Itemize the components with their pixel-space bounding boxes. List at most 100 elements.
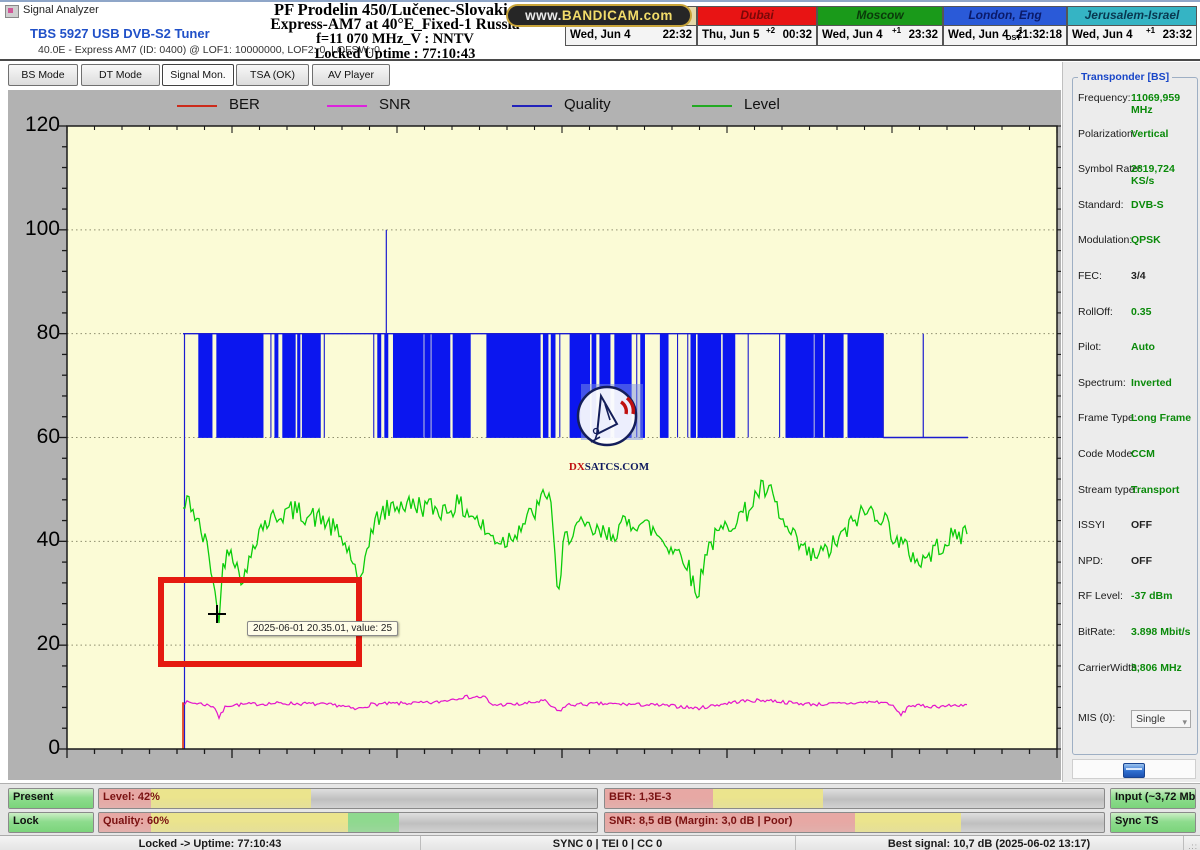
meter-lock: Lock	[8, 812, 94, 833]
meter-input-mbps-: Input (~3,72 Mbps)	[1110, 788, 1196, 809]
clock-date: Wed, Jun 4	[1072, 29, 1133, 41]
app-icon	[5, 5, 19, 18]
transponder-label: RollOff:	[1078, 306, 1113, 318]
transponder-label: RF Level:	[1078, 590, 1123, 602]
statusbar-segment-2: Best signal: 10,7 dB (2025-06-02 13:17)	[795, 836, 1184, 850]
meter-label: Present	[13, 791, 53, 803]
clock-time: 23:32	[1163, 29, 1192, 41]
bandicam-banner: www.BANDICAM.com	[506, 4, 692, 27]
tuner-name: TBS 5927 USB DVB-S2 Tuner	[30, 26, 210, 41]
transponder-label: ISSYI	[1078, 519, 1105, 531]
transponder-value: 3,806 MHz	[1131, 662, 1182, 674]
transponder-value: Inverted	[1131, 377, 1172, 389]
snapshot-strip	[1072, 759, 1196, 779]
header-line-frequency: f=11 070 MHz_V : NNTV	[230, 32, 560, 47]
transponder-label: Modulation:	[1078, 234, 1132, 246]
window-title: Signal Analyzer	[23, 4, 99, 16]
tab-bs-mode[interactable]: BS Mode	[8, 64, 78, 86]
transponder-value: 3.898 Mbit/s	[1131, 626, 1191, 638]
satellite-dish-logo	[567, 384, 651, 456]
meter-label: Sync TS	[1115, 815, 1158, 827]
meter-label: SNR: 8,5 dB (Margin: 3,0 dB | Poor)	[609, 815, 792, 827]
clock-city-label: Dubai	[698, 7, 816, 26]
clock-time: 00:32	[783, 29, 812, 41]
meter-present: Present	[8, 788, 94, 809]
clock-time: 21:32:18	[1016, 29, 1062, 41]
meter-label: Input (~3,72 Mbps)	[1115, 791, 1196, 803]
transponder-value: Auto	[1131, 341, 1155, 353]
mis-dropdown[interactable]: Single▾	[1131, 710, 1191, 728]
transponder-value: 2819,724 KS/s	[1131, 163, 1200, 187]
meter-sync-ts: Sync TS	[1110, 812, 1196, 833]
snapshot-button[interactable]	[1123, 763, 1145, 778]
signal-monitor-panel: BERSNRQualityLevel 120100806040200 2025-…	[8, 90, 1061, 780]
status-bar: .:: Locked -> Uptime: 77:10:43SYNC 0 | T…	[0, 835, 1200, 850]
chevron-down-icon: ▾	[1182, 714, 1187, 730]
meter-fill-segment	[151, 789, 311, 808]
transponder-value: 3/4	[1131, 270, 1146, 282]
clock-time-row: Wed, Jun 4DST-121:32:18	[944, 26, 1066, 46]
transponder-value: DVB-S	[1131, 199, 1164, 211]
transponder-value: Vertical	[1131, 128, 1168, 140]
tab-av-player[interactable]: AV Player	[312, 64, 390, 86]
meter-ber: BER: 1,3E-3	[604, 788, 1105, 809]
meter-fill-segment	[855, 813, 961, 832]
watermark-text: DXSATCS.COM	[564, 461, 654, 473]
chart-tooltip: 2025-06-01 20.35.01, value: 25	[247, 621, 398, 636]
clock-time: 23:32	[909, 29, 938, 41]
meter-snr: SNR: 8,5 dB (Margin: 3,0 dB | Poor)	[604, 812, 1105, 833]
transponder-label: Standard:	[1078, 199, 1124, 211]
clock-utc-offset: +2	[766, 26, 775, 35]
signal-meters: Present Level: 42% BER: 1,3E-3 Input (~3,72…	[0, 783, 1200, 835]
clock-date: Wed, Jun 4	[570, 29, 631, 41]
clock-city-label: Moscow	[818, 7, 942, 26]
world-clock-london-eng: London, EngWed, Jun 4DST-121:32:18	[943, 6, 1067, 46]
clock-date: Wed, Jun 4	[948, 29, 1009, 41]
clock-date: Wed, Jun 4	[822, 29, 883, 41]
meter-label: Quality: 60%	[103, 815, 169, 827]
world-clock-dubai: Dubai Thu, Jun 5 +2 00:32	[697, 6, 817, 46]
header-separator	[0, 59, 1200, 61]
tab-dt-mode[interactable]: DT Mode	[81, 64, 160, 86]
transponder-value: 0.35	[1131, 306, 1151, 318]
clock-utc-offset: +1	[1146, 26, 1155, 35]
transponder-value: QPSK	[1131, 234, 1161, 246]
signal-chart[interactable]	[8, 90, 1061, 780]
meter-fill-segment	[348, 813, 399, 832]
meter-level: Level: 42%	[98, 788, 598, 809]
clock-utc-offset: +1	[892, 26, 901, 35]
statusbar-segment-3	[1183, 836, 1200, 850]
dxsatcs-watermark: DXSATCS.COM	[564, 384, 654, 473]
transponder-value: Long Frame	[1131, 412, 1191, 424]
clock-time: 22:32	[663, 29, 692, 41]
mis-label: MIS (0):	[1078, 712, 1115, 724]
meter-label: Lock	[13, 815, 39, 827]
app-window: Signal Analyzer TBS 5927 USB DVB-S2 Tune…	[0, 0, 1200, 850]
transponder-title: Transponder [BS]	[1078, 71, 1172, 83]
clock-date: Thu, Jun 5	[702, 29, 760, 41]
transponder-label: Frequency:	[1078, 92, 1131, 104]
clock-time-row: Wed, Jun 4 +1 23:32	[818, 26, 942, 46]
clock-city-label: London, Eng	[944, 7, 1066, 26]
transponder-value: OFF	[1131, 555, 1152, 567]
transponder-label: Polarization:	[1078, 128, 1136, 140]
transponder-label: Stream type:	[1078, 484, 1138, 496]
tab-signal-mon-[interactable]: Signal Mon.	[162, 64, 234, 86]
transponder-value: CCM	[1131, 448, 1155, 460]
statusbar-segment-1: SYNC 0 | TEI 0 | CC 0	[420, 836, 796, 850]
tab-tsa-ok-[interactable]: TSA (OK)	[236, 64, 309, 86]
clock-city-label: Jerusalem-Israel	[1068, 7, 1196, 26]
world-clock-jerusalem-israel: Jerusalem-Israel Wed, Jun 4 +1 23:32	[1067, 6, 1197, 46]
transponder-label: NPD:	[1078, 555, 1103, 567]
meter-label: Level: 42%	[103, 791, 160, 803]
transponder-value: -37 dBm	[1131, 590, 1172, 602]
clock-time-row: Wed, Jun 4 +1 23:32	[1068, 26, 1196, 46]
transponder-label: BitRate:	[1078, 626, 1115, 638]
clock-time-row: Thu, Jun 5 +2 00:32	[698, 26, 816, 46]
transponder-value: OFF	[1131, 519, 1152, 531]
transponder-label: Frame Type:	[1078, 412, 1137, 424]
meter-fill-segment	[713, 789, 823, 808]
meter-label: BER: 1,3E-3	[609, 791, 671, 803]
meter-fill-segment	[151, 813, 348, 832]
meter-quality: Quality: 60%	[98, 812, 598, 833]
